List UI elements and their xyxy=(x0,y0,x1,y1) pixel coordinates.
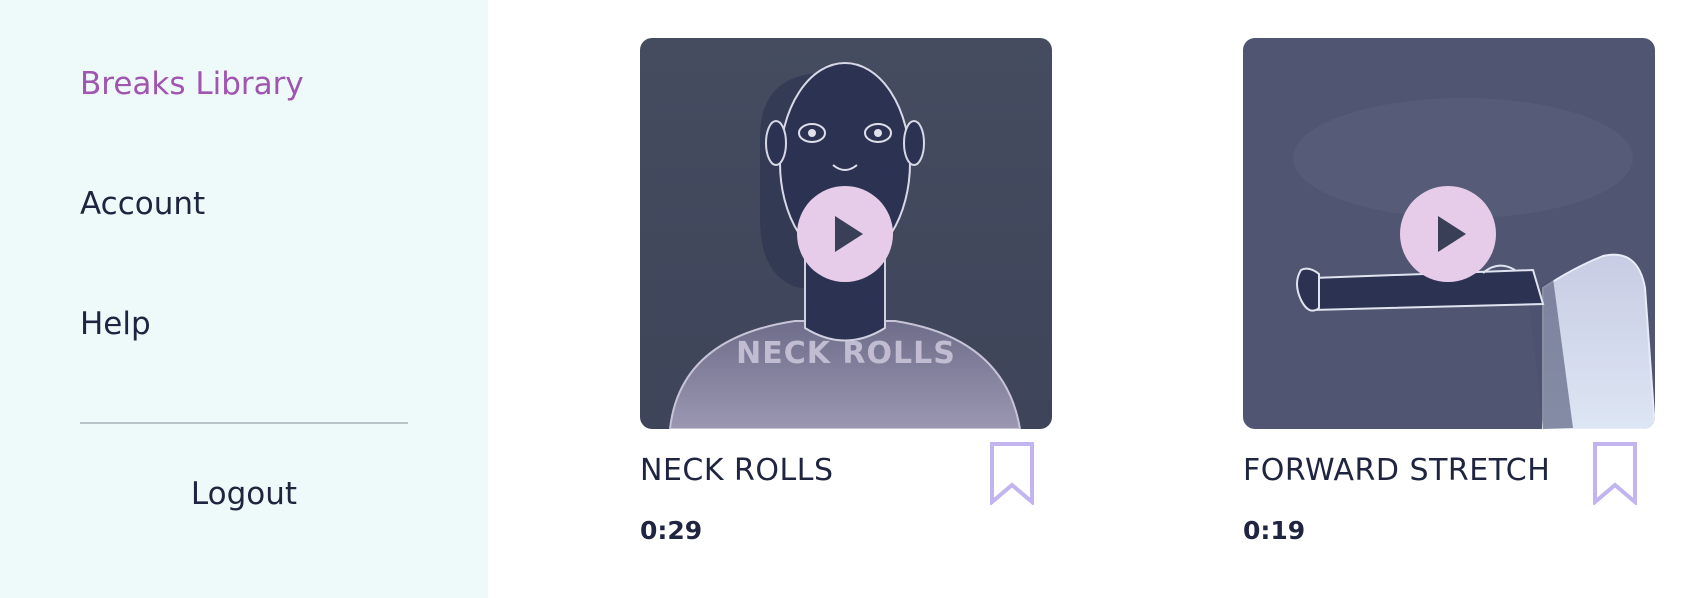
video-thumbnail[interactable]: NECK ROLLS xyxy=(640,38,1052,429)
sidebar: Breaks Library Account Help Logout xyxy=(0,0,488,598)
video-card: FORWARD STRETCH 0:19 xyxy=(1243,38,1655,545)
sidebar-item-account[interactable]: Account xyxy=(80,186,205,222)
play-icon xyxy=(835,216,863,252)
bookmark-icon[interactable] xyxy=(1591,441,1639,505)
bookmark-icon[interactable] xyxy=(988,441,1036,505)
card-title-row: FORWARD STRETCH xyxy=(1243,429,1655,505)
video-card: NECK ROLLS NECK ROLLS 0:29 xyxy=(640,38,1052,545)
play-icon xyxy=(1438,216,1466,252)
video-thumbnail[interactable] xyxy=(1243,38,1655,429)
play-button[interactable] xyxy=(1400,186,1496,282)
card-duration: 0:19 xyxy=(1243,516,1306,545)
play-button[interactable] xyxy=(797,186,893,282)
card-title-row: NECK ROLLS xyxy=(640,429,1052,505)
sidebar-item-help[interactable]: Help xyxy=(80,306,151,342)
thumbnail-overlay-title: NECK ROLLS xyxy=(736,336,956,371)
logout-button[interactable]: Logout xyxy=(80,476,408,512)
card-duration: 0:29 xyxy=(640,516,703,545)
sidebar-divider xyxy=(80,422,408,424)
sidebar-item-breaks-library[interactable]: Breaks Library xyxy=(80,66,304,102)
card-title[interactable]: NECK ROLLS xyxy=(640,453,833,488)
card-title[interactable]: FORWARD STRETCH xyxy=(1243,453,1550,488)
